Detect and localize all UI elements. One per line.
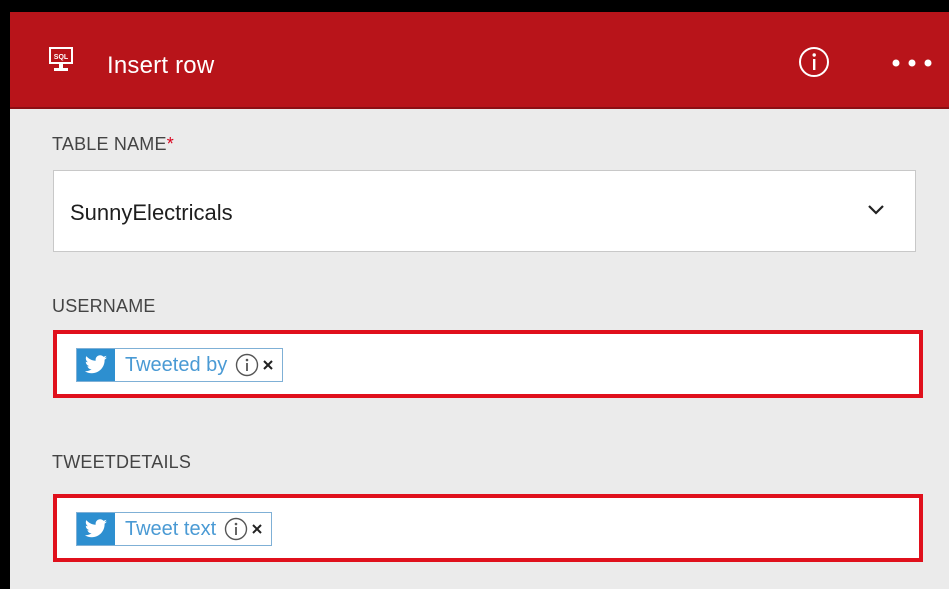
table-name-value: SunnyElectricals: [70, 200, 233, 225]
tweetdetails-label: TWEETDETAILS: [52, 452, 192, 472]
table-name-label-text: TABLE NAME: [52, 134, 167, 154]
remove-token-icon[interactable]: [262, 359, 274, 371]
tweetdetails-field[interactable]: Tweet text: [53, 494, 923, 562]
required-marker: *: [166, 134, 174, 154]
tweet-text-token: Tweet text: [76, 512, 273, 546]
token-label: Tweet text: [125, 517, 217, 540]
token-label: Tweeted by: [125, 353, 228, 376]
tweeted-by-token: Tweeted by: [76, 348, 284, 382]
sql-monitor-icon: SQL: [49, 47, 73, 71]
twitter-icon: [77, 349, 115, 381]
chevron-down-icon: [868, 205, 884, 215]
info-icon[interactable]: [798, 46, 830, 78]
username-field[interactable]: Tweeted by: [53, 330, 923, 398]
username-label: USERNAME: [52, 296, 156, 316]
insert-row-card: SQL Insert row TABLE NAME* SunnyElectric…: [10, 12, 949, 589]
card-title: Insert row: [107, 52, 215, 79]
remove-token-icon[interactable]: [251, 523, 263, 535]
token-info-icon[interactable]: [235, 353, 259, 377]
more-options-icon[interactable]: [888, 58, 936, 68]
card-header: SQL Insert row: [10, 12, 949, 109]
window-frame: SQL Insert row TABLE NAME* SunnyElectric…: [0, 0, 949, 589]
twitter-icon: [77, 513, 115, 545]
token-info-icon[interactable]: [224, 517, 248, 541]
svg-text:SQL: SQL: [54, 54, 69, 61]
table-name-dropdown[interactable]: SunnyElectricals: [53, 170, 916, 252]
table-name-label: TABLE NAME*: [52, 134, 174, 154]
